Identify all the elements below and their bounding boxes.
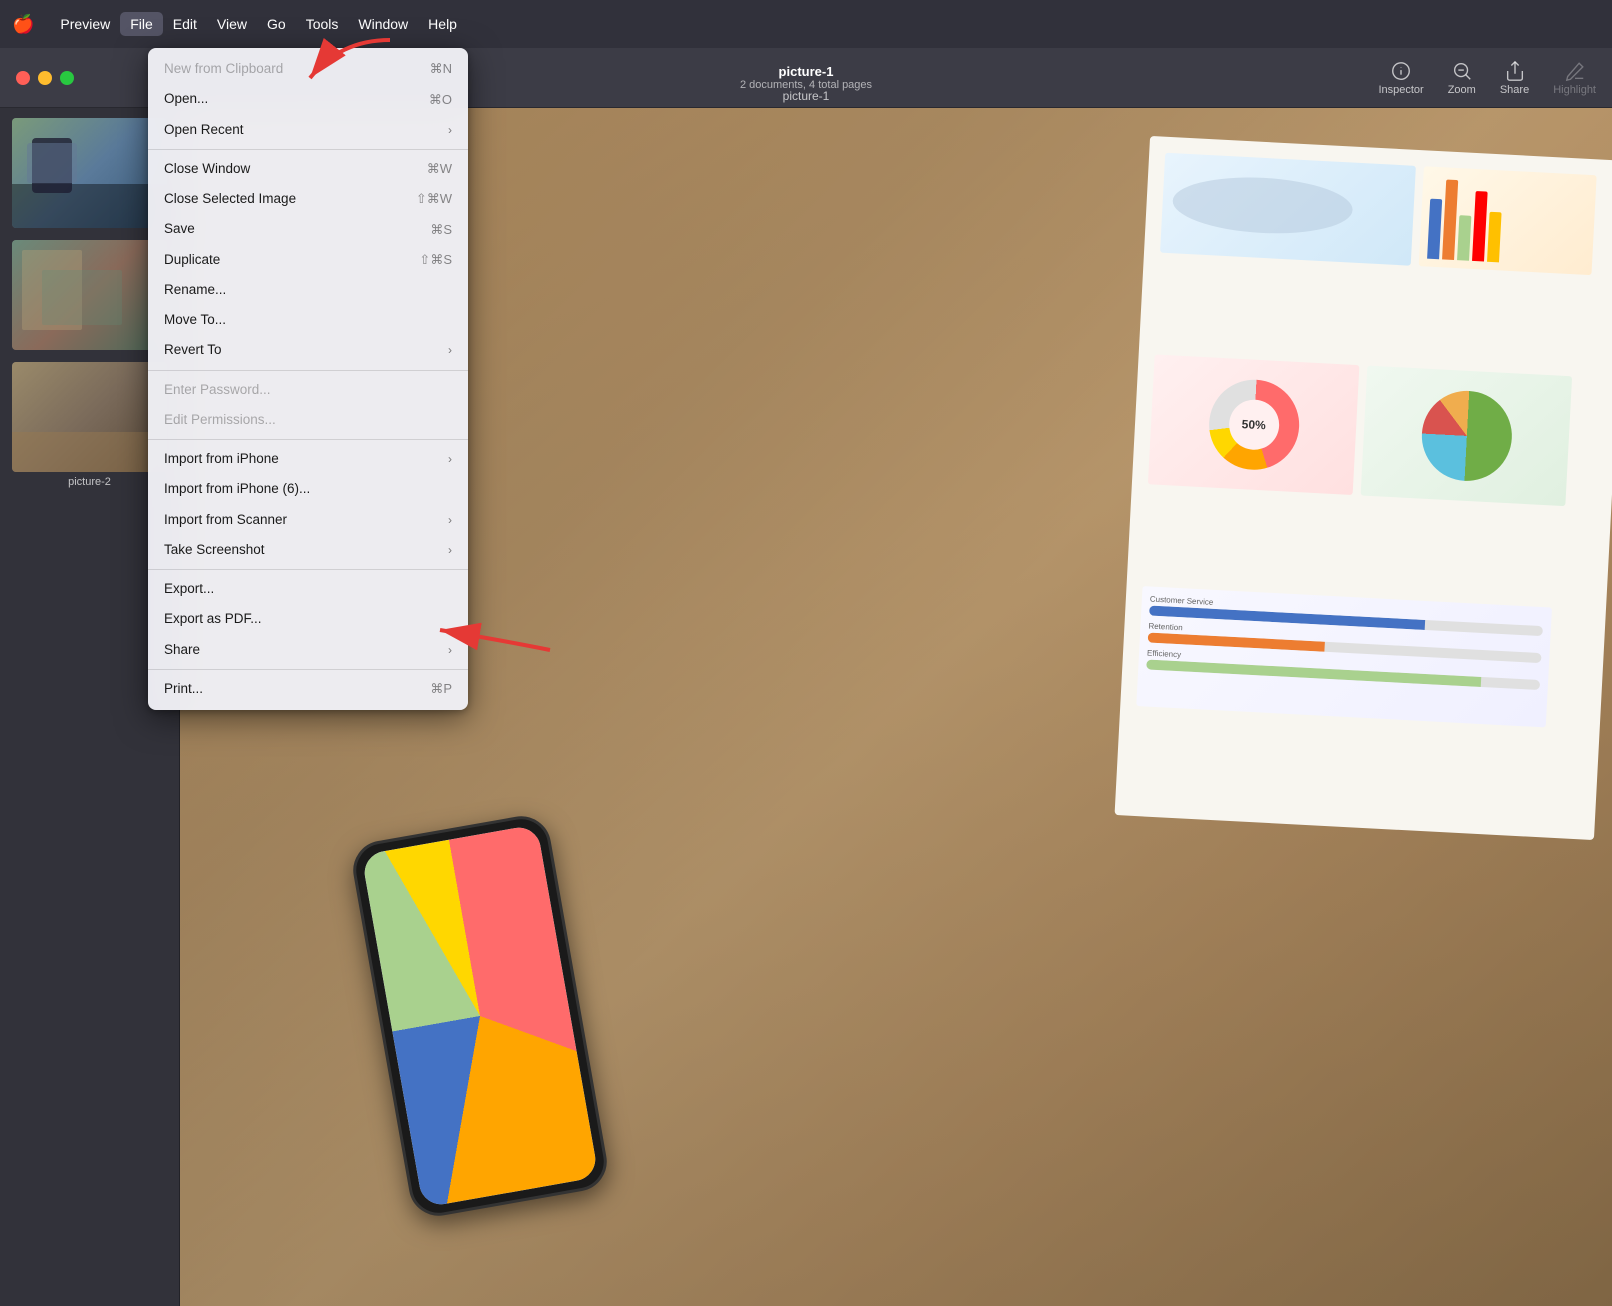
charts-container: 50% Customer Service xyxy=(1127,149,1612,828)
file-menu-dropdown: New from Clipboard ⌘N Open... ⌘O Open Re… xyxy=(148,48,468,710)
menu-item-print[interactable]: Print... ⌘P xyxy=(148,674,468,704)
highlight-icon xyxy=(1564,60,1586,82)
menu-item-rename[interactable]: Rename... xyxy=(148,275,468,305)
thumbnail-1[interactable] xyxy=(12,118,167,228)
menu-separator-4 xyxy=(148,569,468,570)
menubar-item-preview[interactable]: Preview xyxy=(50,12,120,36)
apple-menu-icon[interactable]: 🍎 xyxy=(12,14,34,35)
menu-item-export-pdf[interactable]: Export as PDF... xyxy=(148,604,468,634)
menubar-item-file[interactable]: File xyxy=(120,12,163,36)
share-button[interactable]: Share xyxy=(1500,60,1529,96)
thumb3-image xyxy=(12,362,167,472)
document-name-label: picture-1 xyxy=(783,89,830,103)
menu-item-close-selected[interactable]: Close Selected Image ⇧⌘W xyxy=(148,184,468,214)
menu-item-enter-password[interactable]: Enter Password... xyxy=(148,375,468,405)
menubar-item-view[interactable]: View xyxy=(207,12,257,36)
menu-item-take-screenshot[interactable]: Take Screenshot › xyxy=(148,535,468,565)
menu-item-revert-to[interactable]: Revert To › xyxy=(148,335,468,365)
menu-separator-2 xyxy=(148,370,468,371)
pie-chart xyxy=(1361,366,1573,507)
share-icon xyxy=(1504,60,1526,82)
menu-item-duplicate[interactable]: Duplicate ⇧⌘S xyxy=(148,245,468,275)
thumbnail-3[interactable] xyxy=(12,362,167,472)
menu-separator-5 xyxy=(148,669,468,670)
menu-item-open-recent[interactable]: Open Recent › xyxy=(148,115,468,145)
traffic-lights xyxy=(16,71,74,85)
menubar-item-go[interactable]: Go xyxy=(257,12,296,36)
inspector-icon xyxy=(1390,60,1412,82)
menu-item-new-clipboard[interactable]: New from Clipboard ⌘N xyxy=(148,54,468,84)
fullscreen-button[interactable] xyxy=(60,71,74,85)
minimize-button[interactable] xyxy=(38,71,52,85)
menu-item-move-to[interactable]: Move To... xyxy=(148,305,468,335)
thumb1-image xyxy=(12,118,167,228)
menu-item-export[interactable]: Export... xyxy=(148,574,468,604)
charts-paper: 50% Customer Service xyxy=(1115,136,1612,840)
toolbar: Inspector Zoom Share xyxy=(1378,60,1596,96)
menu-separator-1 xyxy=(148,149,468,150)
menu-item-edit-permissions[interactable]: Edit Permissions... xyxy=(148,405,468,435)
menu-item-share[interactable]: Share › xyxy=(148,635,468,665)
window-title: picture-1 xyxy=(740,64,872,79)
menubar-item-tools[interactable]: Tools xyxy=(296,12,349,36)
menu-item-open[interactable]: Open... ⌘O xyxy=(148,84,468,114)
menubar: 🍎 Preview File Edit View Go Tools Window… xyxy=(0,0,1612,48)
zoom-icon xyxy=(1451,60,1473,82)
menubar-item-window[interactable]: Window xyxy=(348,12,418,36)
menubar-item-edit[interactable]: Edit xyxy=(163,12,207,36)
inspector-button[interactable]: Inspector xyxy=(1378,60,1423,96)
zoom-button[interactable]: Zoom xyxy=(1448,60,1476,96)
menu-item-save[interactable]: Save ⌘S xyxy=(148,214,468,244)
thumb2-image xyxy=(12,240,167,350)
menu-separator-3 xyxy=(148,439,468,440)
titlebar-center: picture-1 2 documents, 4 total pages xyxy=(740,64,872,91)
bar-chart xyxy=(1418,166,1596,275)
horizontal-bar-chart: Customer Service Retention xyxy=(1136,586,1552,727)
menu-item-import-scanner[interactable]: Import from Scanner › xyxy=(148,505,468,535)
world-map-chart xyxy=(1160,153,1416,266)
menubar-item-help[interactable]: Help xyxy=(418,12,467,36)
close-button[interactable] xyxy=(16,71,30,85)
highlight-button[interactable]: Highlight xyxy=(1553,60,1596,96)
donut-chart: 50% xyxy=(1148,354,1360,495)
menu-item-close-window[interactable]: Close Window ⌘W xyxy=(148,154,468,184)
thumbnail-2[interactable] xyxy=(12,240,167,350)
menu-item-import-iphone[interactable]: Import from iPhone › xyxy=(148,444,468,474)
menu-item-import-iphone6[interactable]: Import from iPhone (6)... xyxy=(148,474,468,504)
